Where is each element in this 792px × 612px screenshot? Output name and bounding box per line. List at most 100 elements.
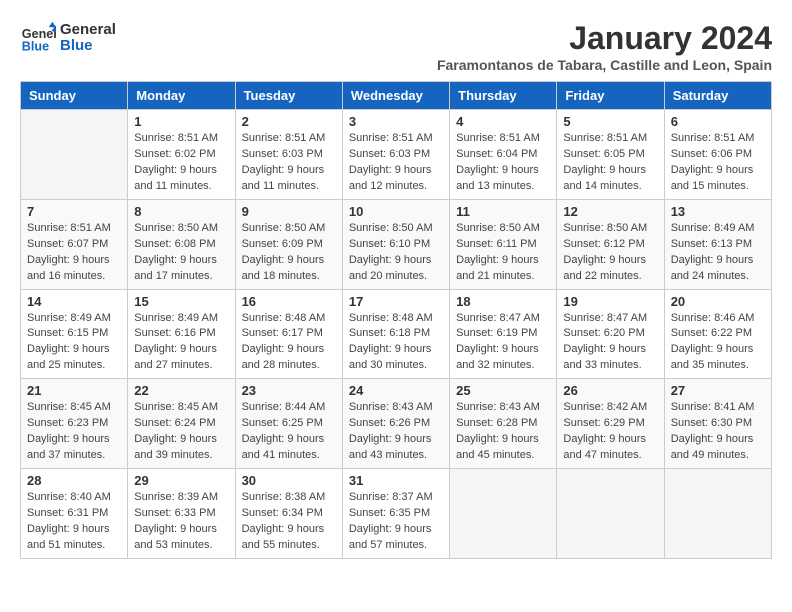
week-row-2: 7Sunrise: 8:51 AM Sunset: 6:07 PM Daylig… <box>21 199 772 289</box>
day-cell: 19 Sunrise: 8:47 AM Sunset: 6:20 PM Dayli… <box>557 289 664 379</box>
day-cell: 8 Sunrise: 8:50 AM Sunset: 6:08 PM Daylig… <box>128 199 235 289</box>
day-info: Sunrise: 8:45 AM Sunset: 6:24 PM Dayligh… <box>134 400 228 464</box>
logo-blue: Blue <box>60 38 116 55</box>
day-info: Sunrise: 8:51 AM Sunset: 6:02 PM Dayligh… <box>134 131 228 195</box>
week-row-4: 21 Sunrise: 8:45 AM Sunset: 6:23 PM Dayli… <box>21 379 772 469</box>
day-cell: 6Sunrise: 8:51 AM Sunset: 6:06 PM Daylig… <box>664 110 771 200</box>
day-number: 10 <box>349 204 443 219</box>
day-info: Sunrise: 8:50 AM Sunset: 6:09 PM Dayligh… <box>242 221 336 285</box>
day-cell: 10 Sunrise: 8:50 AM Sunset: 6:10 PM Dayli… <box>342 199 449 289</box>
logo-general: General <box>60 22 116 39</box>
day-info: Sunrise: 8:45 AM Sunset: 6:23 PM Dayligh… <box>27 400 121 464</box>
day-info: Sunrise: 8:47 AM Sunset: 6:19 PM Dayligh… <box>456 311 550 375</box>
header-tuesday: Tuesday <box>235 82 342 110</box>
day-info: Sunrise: 8:42 AM Sunset: 6:29 PM Dayligh… <box>563 400 657 464</box>
day-cell: 5 Sunrise: 8:51 AM Sunset: 6:05 PM Daylig… <box>557 110 664 200</box>
day-info: Sunrise: 8:44 AM Sunset: 6:25 PM Dayligh… <box>242 400 336 464</box>
day-info: Sunrise: 8:46 AM Sunset: 6:22 PM Dayligh… <box>671 311 765 375</box>
day-cell: 25 Sunrise: 8:43 AM Sunset: 6:28 PM Dayli… <box>450 379 557 469</box>
day-number: 6 <box>671 114 765 129</box>
location-subtitle: Faramontanos de Tabara, Castille and Leo… <box>437 57 772 73</box>
day-number: 12 <box>563 204 657 219</box>
svg-text:Blue: Blue <box>22 40 49 54</box>
day-cell: 4Sunrise: 8:51 AM Sunset: 6:04 PM Daylig… <box>450 110 557 200</box>
day-cell: 18 Sunrise: 8:47 AM Sunset: 6:19 PM Dayli… <box>450 289 557 379</box>
day-info: Sunrise: 8:51 AM Sunset: 6:04 PM Dayligh… <box>456 131 550 195</box>
day-number: 8 <box>134 204 228 219</box>
day-number: 21 <box>27 383 121 398</box>
day-info: Sunrise: 8:50 AM Sunset: 6:12 PM Dayligh… <box>563 221 657 285</box>
day-info: Sunrise: 8:39 AM Sunset: 6:33 PM Dayligh… <box>134 490 228 554</box>
day-cell: 22 Sunrise: 8:45 AM Sunset: 6:24 PM Dayli… <box>128 379 235 469</box>
day-info: Sunrise: 8:49 AM Sunset: 6:16 PM Dayligh… <box>134 311 228 375</box>
day-cell: 21 Sunrise: 8:45 AM Sunset: 6:23 PM Dayli… <box>21 379 128 469</box>
day-number: 30 <box>242 473 336 488</box>
day-info: Sunrise: 8:38 AM Sunset: 6:34 PM Dayligh… <box>242 490 336 554</box>
day-info: Sunrise: 8:47 AM Sunset: 6:20 PM Dayligh… <box>563 311 657 375</box>
day-cell: 11 Sunrise: 8:50 AM Sunset: 6:11 PM Dayli… <box>450 199 557 289</box>
calendar-table: SundayMondayTuesdayWednesdayThursdayFrid… <box>20 81 772 559</box>
day-cell: 1 Sunrise: 8:51 AM Sunset: 6:02 PM Daylig… <box>128 110 235 200</box>
day-info: Sunrise: 8:50 AM Sunset: 6:08 PM Dayligh… <box>134 221 228 285</box>
day-cell <box>450 469 557 559</box>
day-info: Sunrise: 8:50 AM Sunset: 6:10 PM Dayligh… <box>349 221 443 285</box>
day-info: Sunrise: 8:51 AM Sunset: 6:05 PM Dayligh… <box>563 131 657 195</box>
day-info: Sunrise: 8:37 AM Sunset: 6:35 PM Dayligh… <box>349 490 443 554</box>
day-number: 11 <box>456 204 550 219</box>
day-info: Sunrise: 8:48 AM Sunset: 6:18 PM Dayligh… <box>349 311 443 375</box>
day-cell: 7Sunrise: 8:51 AM Sunset: 6:07 PM Daylig… <box>21 199 128 289</box>
header-monday: Monday <box>128 82 235 110</box>
day-number: 2 <box>242 114 336 129</box>
day-info: Sunrise: 8:43 AM Sunset: 6:28 PM Dayligh… <box>456 400 550 464</box>
day-number: 18 <box>456 294 550 309</box>
day-info: Sunrise: 8:41 AM Sunset: 6:30 PM Dayligh… <box>671 400 765 464</box>
day-number: 31 <box>349 473 443 488</box>
day-number: 14 <box>27 294 121 309</box>
month-year-title: January 2024 <box>437 20 772 57</box>
day-cell: 24Sunrise: 8:43 AM Sunset: 6:26 PM Dayli… <box>342 379 449 469</box>
day-info: Sunrise: 8:48 AM Sunset: 6:17 PM Dayligh… <box>242 311 336 375</box>
calendar-header-row: SundayMondayTuesdayWednesdayThursdayFrid… <box>21 82 772 110</box>
header-friday: Friday <box>557 82 664 110</box>
day-number: 25 <box>456 383 550 398</box>
header-thursday: Thursday <box>450 82 557 110</box>
day-info: Sunrise: 8:49 AM Sunset: 6:15 PM Dayligh… <box>27 311 121 375</box>
day-number: 1 <box>134 114 228 129</box>
logo: General Blue General Blue <box>20 20 116 56</box>
day-cell: 30 Sunrise: 8:38 AM Sunset: 6:34 PM Dayli… <box>235 469 342 559</box>
logo-icon: General Blue <box>20 20 56 56</box>
day-info: Sunrise: 8:51 AM Sunset: 6:03 PM Dayligh… <box>242 131 336 195</box>
day-number: 22 <box>134 383 228 398</box>
day-number: 28 <box>27 473 121 488</box>
day-cell: 28Sunrise: 8:40 AM Sunset: 6:31 PM Dayli… <box>21 469 128 559</box>
week-row-1: 1 Sunrise: 8:51 AM Sunset: 6:02 PM Daylig… <box>21 110 772 200</box>
day-cell: 17 Sunrise: 8:48 AM Sunset: 6:18 PM Dayli… <box>342 289 449 379</box>
week-row-3: 14 Sunrise: 8:49 AM Sunset: 6:15 PM Dayli… <box>21 289 772 379</box>
day-cell: 29 Sunrise: 8:39 AM Sunset: 6:33 PM Dayli… <box>128 469 235 559</box>
title-section: January 2024 Faramontanos de Tabara, Cas… <box>437 20 772 73</box>
day-number: 23 <box>242 383 336 398</box>
day-cell <box>557 469 664 559</box>
day-number: 15 <box>134 294 228 309</box>
day-cell: 12 Sunrise: 8:50 AM Sunset: 6:12 PM Dayli… <box>557 199 664 289</box>
day-info: Sunrise: 8:49 AM Sunset: 6:13 PM Dayligh… <box>671 221 765 285</box>
day-number: 26 <box>563 383 657 398</box>
day-info: Sunrise: 8:43 AM Sunset: 6:26 PM Dayligh… <box>349 400 443 464</box>
day-info: Sunrise: 8:50 AM Sunset: 6:11 PM Dayligh… <box>456 221 550 285</box>
day-cell: 2 Sunrise: 8:51 AM Sunset: 6:03 PM Daylig… <box>235 110 342 200</box>
page-header: General Blue General Blue January 2024 F… <box>20 20 772 73</box>
day-number: 20 <box>671 294 765 309</box>
day-cell <box>664 469 771 559</box>
day-number: 5 <box>563 114 657 129</box>
day-number: 9 <box>242 204 336 219</box>
day-number: 17 <box>349 294 443 309</box>
day-number: 29 <box>134 473 228 488</box>
day-cell: 16 Sunrise: 8:48 AM Sunset: 6:17 PM Dayli… <box>235 289 342 379</box>
day-number: 19 <box>563 294 657 309</box>
day-number: 16 <box>242 294 336 309</box>
day-number: 3 <box>349 114 443 129</box>
day-cell: 23 Sunrise: 8:44 AM Sunset: 6:25 PM Dayli… <box>235 379 342 469</box>
day-number: 7 <box>27 204 121 219</box>
day-cell <box>21 110 128 200</box>
day-cell: 15 Sunrise: 8:49 AM Sunset: 6:16 PM Dayli… <box>128 289 235 379</box>
